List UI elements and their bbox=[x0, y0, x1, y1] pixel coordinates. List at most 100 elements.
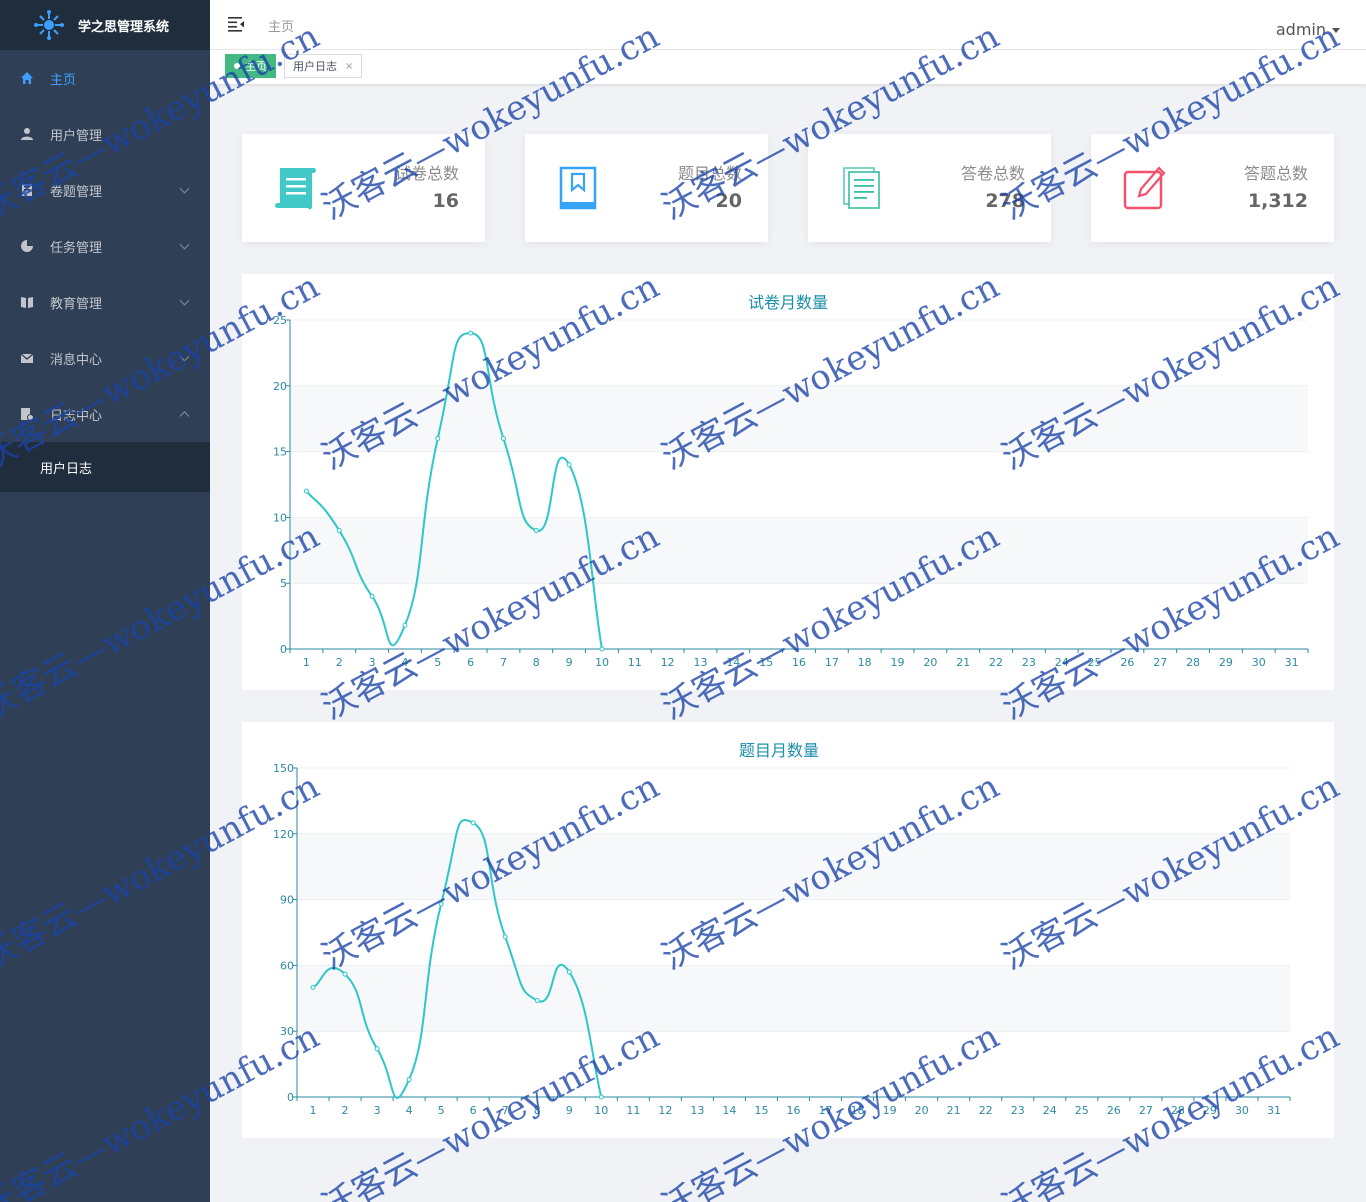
x-tick-label: 4 bbox=[401, 656, 408, 669]
close-icon[interactable]: × bbox=[345, 61, 353, 72]
x-tick-label: 13 bbox=[693, 656, 707, 669]
stat-card-answers[interactable]: 答题总数 1,312 bbox=[1091, 134, 1334, 242]
x-tick-label: 16 bbox=[787, 1104, 801, 1117]
tag-user-log[interactable]: 用户日志 × bbox=[284, 54, 363, 78]
stat-card-questions[interactable]: 题目总数 20 bbox=[525, 134, 768, 242]
sidebar: 学之思管理系统 主页 用户管理 卷题管理 任务管理 教育管理 消息中心 日志中心… bbox=[0, 0, 210, 1202]
y-tick-label: 5 bbox=[280, 577, 287, 590]
menu-toggle-icon[interactable] bbox=[228, 16, 244, 32]
x-tick-label: 2 bbox=[342, 1104, 349, 1117]
x-tick-label: 24 bbox=[1043, 1104, 1057, 1117]
sidebar-subitem-user-log[interactable]: 用户日志 bbox=[0, 442, 210, 492]
x-tick-label: 6 bbox=[470, 1104, 477, 1117]
x-tick-label: 4 bbox=[406, 1104, 413, 1117]
user-menu[interactable]: admin bbox=[1276, 20, 1340, 39]
sidebar-item-home[interactable]: 主页 bbox=[0, 50, 210, 106]
edit-icon bbox=[1123, 166, 1166, 210]
sidebar-item-label: 消息中心 bbox=[50, 352, 103, 368]
sidebar-item-messages[interactable]: 消息中心 bbox=[0, 330, 210, 386]
education-icon bbox=[21, 297, 33, 308]
card-label: 题目总数 bbox=[677, 164, 742, 183]
stat-card-answer-sheets[interactable]: 答卷总数 278 bbox=[808, 134, 1051, 242]
x-tick-label: 23 bbox=[1022, 656, 1036, 669]
x-tick-label: 7 bbox=[500, 656, 507, 669]
x-tick-label: 29 bbox=[1219, 656, 1233, 669]
x-tick-label: 27 bbox=[1139, 1104, 1153, 1117]
x-tick-label: 10 bbox=[595, 656, 609, 669]
sidebar-item-label: 任务管理 bbox=[50, 240, 103, 256]
data-point[interactable] bbox=[566, 462, 572, 468]
x-tick-label: 19 bbox=[883, 1104, 897, 1117]
y-tick-label: 60 bbox=[280, 959, 294, 972]
sidebar-item-task[interactable]: 任务管理 bbox=[0, 218, 210, 274]
data-point[interactable] bbox=[435, 435, 441, 441]
x-tick-label: 12 bbox=[661, 656, 675, 669]
x-tick-label: 14 bbox=[722, 1104, 736, 1117]
sidebar-item-label: 用户管理 bbox=[50, 128, 103, 144]
data-point[interactable] bbox=[470, 820, 476, 826]
x-tick-label: 27 bbox=[1153, 656, 1167, 669]
x-tick-label: 22 bbox=[979, 1104, 993, 1117]
x-tick-label: 24 bbox=[1055, 656, 1069, 669]
x-tick-label: 6 bbox=[467, 656, 474, 669]
sidebar-item-exam[interactable]: 卷题管理 bbox=[0, 162, 210, 218]
y-tick-label: 20 bbox=[273, 380, 287, 393]
data-point[interactable] bbox=[566, 969, 572, 975]
sidebar-item-label: 教育管理 bbox=[50, 296, 103, 312]
card-label: 试卷总数 bbox=[394, 164, 459, 183]
data-point[interactable] bbox=[533, 528, 539, 534]
user-name: admin bbox=[1275, 20, 1326, 39]
x-tick-label: 9 bbox=[566, 656, 573, 669]
sidebar-item-label: 主页 bbox=[50, 72, 77, 88]
data-point[interactable] bbox=[336, 528, 342, 534]
sidebar-item-users[interactable]: 用户管理 bbox=[0, 106, 210, 162]
x-tick-label: 3 bbox=[374, 1104, 381, 1117]
x-tick-label: 5 bbox=[434, 656, 441, 669]
grid-band bbox=[297, 965, 1290, 1032]
data-point[interactable] bbox=[303, 488, 309, 494]
x-tick-label: 18 bbox=[851, 1104, 865, 1117]
tag-home[interactable]: 主页 bbox=[225, 54, 276, 78]
x-tick-label: 31 bbox=[1267, 1104, 1281, 1117]
data-point[interactable] bbox=[502, 934, 508, 940]
x-tick-label: 20 bbox=[923, 656, 937, 669]
x-tick-label: 21 bbox=[956, 656, 970, 669]
task-icon bbox=[21, 240, 33, 252]
card-label: 答卷总数 bbox=[960, 164, 1025, 183]
grid-band bbox=[290, 517, 1308, 584]
data-point[interactable] bbox=[374, 1046, 380, 1052]
chart-title: 题目月数量 bbox=[739, 741, 819, 760]
data-point[interactable] bbox=[342, 971, 348, 977]
x-tick-label: 30 bbox=[1235, 1104, 1249, 1117]
data-point[interactable] bbox=[310, 984, 316, 990]
active-dot-icon bbox=[234, 63, 240, 69]
chevron-down-icon bbox=[179, 295, 190, 306]
data-point[interactable] bbox=[500, 435, 506, 441]
tag-label: 用户日志 bbox=[293, 60, 337, 73]
sidebar-item-logs[interactable]: 日志中心 bbox=[0, 386, 210, 442]
logo-icon bbox=[34, 10, 64, 40]
breadcrumb[interactable]: 主页 bbox=[268, 16, 294, 35]
data-point[interactable] bbox=[406, 1076, 412, 1082]
x-tick-label: 7 bbox=[502, 1104, 509, 1117]
x-tick-label: 31 bbox=[1285, 656, 1299, 669]
x-tick-label: 25 bbox=[1088, 656, 1102, 669]
sidebar-item-education[interactable]: 教育管理 bbox=[0, 274, 210, 330]
y-tick-label: 120 bbox=[273, 828, 294, 841]
data-point[interactable] bbox=[369, 593, 375, 599]
sidebar-item-label: 卷题管理 bbox=[50, 184, 103, 200]
data-point[interactable] bbox=[534, 997, 540, 1003]
data-point[interactable] bbox=[438, 901, 444, 907]
x-tick-label: 30 bbox=[1252, 656, 1266, 669]
x-tick-label: 17 bbox=[819, 1104, 833, 1117]
chevron-down-icon bbox=[179, 351, 190, 362]
data-point[interactable] bbox=[402, 622, 408, 628]
data-point[interactable] bbox=[468, 330, 474, 336]
series-line bbox=[305, 332, 603, 650]
data-point[interactable] bbox=[598, 1094, 604, 1100]
chart-papers-monthly: 试卷月数量05101520251 2 3 4 5 6 7 8 9 10 11 12 13 14 15 16 17… bbox=[273, 293, 1309, 669]
stat-card-papers[interactable]: 试卷总数 16 bbox=[242, 134, 485, 242]
data-point[interactable] bbox=[599, 646, 605, 652]
chart-panel-questions: 题目月数量 0 30 60 90 120 150 1 2 3 4 5 6 7 8 9 10 11 12 13 14 15 1… bbox=[242, 722, 1334, 1138]
card-value: 278 bbox=[985, 190, 1025, 212]
